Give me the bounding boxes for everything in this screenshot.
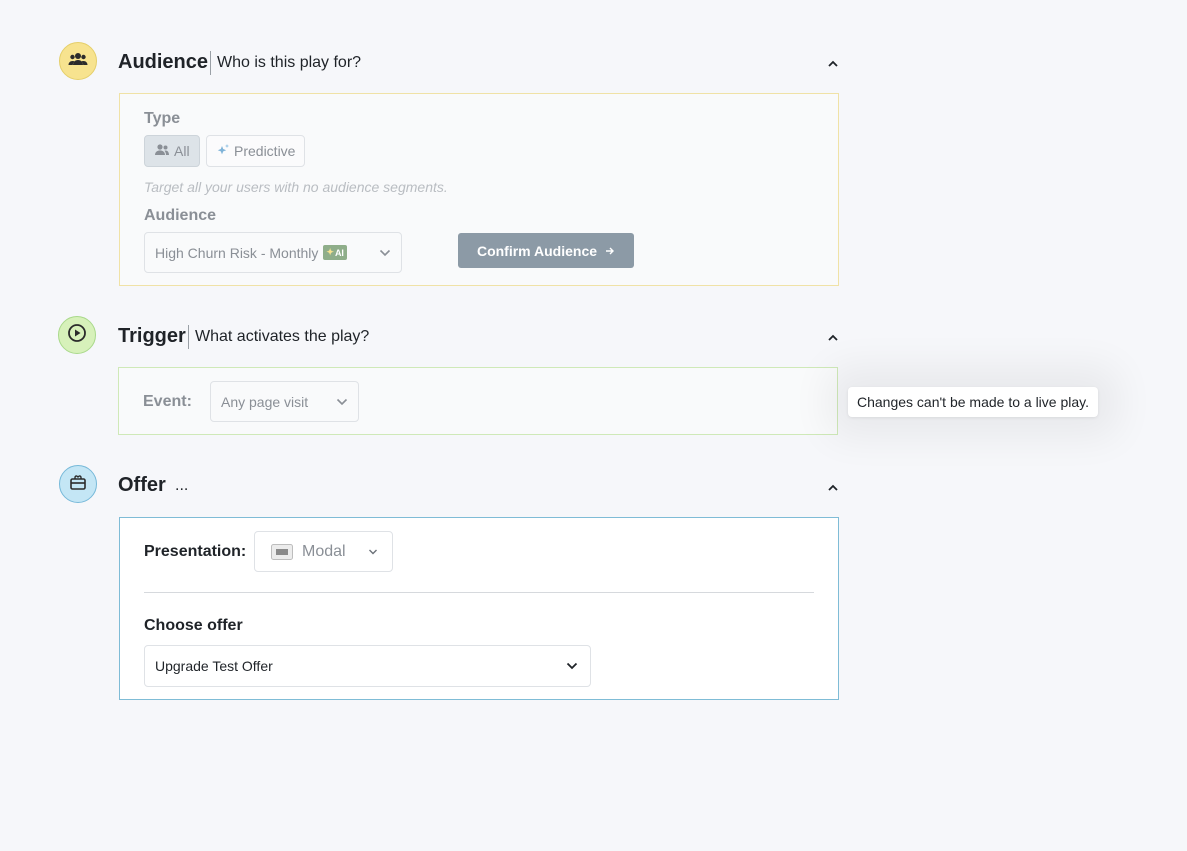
arrow-right-icon xyxy=(605,243,615,259)
audience-collapse-button[interactable] xyxy=(825,56,841,72)
offer-step-icon xyxy=(59,465,97,503)
audience-subtitle: Who is this play for? xyxy=(210,51,361,75)
confirm-audience-button[interactable]: Confirm Audience xyxy=(458,233,634,268)
chevron-down-icon xyxy=(566,662,578,670)
presentation-select-value: Modal xyxy=(302,542,346,560)
chevron-down-icon xyxy=(379,249,391,257)
chevron-up-icon xyxy=(827,329,839,347)
presentation-label: Presentation: xyxy=(144,543,247,560)
event-select-value: Any page visit xyxy=(221,393,309,410)
offer-select[interactable]: Upgrade Test Offer xyxy=(144,645,591,687)
choose-offer-label: Choose offer xyxy=(144,617,243,634)
trigger-collapse-button[interactable] xyxy=(825,330,841,346)
chevron-down-icon xyxy=(336,398,348,406)
audience-panel: Type All Predictive Target all your user… xyxy=(119,93,839,286)
type-label: Type xyxy=(144,110,181,127)
offer-title: Offer xyxy=(118,474,166,496)
chevron-up-icon xyxy=(827,479,839,497)
play-circle-icon xyxy=(67,323,87,348)
chevron-up-icon xyxy=(827,55,839,73)
type-option-predictive-label: Predictive xyxy=(234,143,296,159)
type-option-predictive[interactable]: Predictive xyxy=(206,135,306,167)
offer-panel: Presentation: Modal Choose offer Upgrade… xyxy=(119,517,839,700)
people-group-icon xyxy=(68,51,88,72)
ai-badge: ✦ AI xyxy=(323,245,347,260)
live-play-tooltip: Changes can't be made to a live play. xyxy=(848,387,1098,417)
offer-divider xyxy=(144,592,814,593)
type-option-all-label: All xyxy=(174,143,190,159)
audience-field-label: Audience xyxy=(144,207,217,224)
gift-box-icon xyxy=(69,474,87,495)
confirm-audience-label: Confirm Audience xyxy=(476,242,598,259)
type-option-all[interactable]: All xyxy=(144,135,200,167)
offer-select-value: Upgrade Test Offer xyxy=(155,658,273,674)
audience-title: Audience xyxy=(118,51,209,73)
event-select[interactable]: Any page visit xyxy=(210,381,359,422)
trigger-step-icon xyxy=(58,316,96,354)
trigger-title: Trigger xyxy=(118,325,186,347)
presentation-select[interactable]: Modal xyxy=(254,531,393,572)
offer-subtitle: ... xyxy=(175,477,189,494)
trigger-subtitle: What activates the play? xyxy=(188,325,369,349)
sparkle-icon xyxy=(216,143,230,160)
users-icon xyxy=(154,143,170,159)
audience-step-icon xyxy=(59,42,97,80)
event-label: Event: xyxy=(143,393,192,410)
chevron-down-icon xyxy=(368,548,378,555)
audience-type-hint: Target all your users with no audience s… xyxy=(144,179,448,195)
modal-icon xyxy=(271,543,293,560)
audience-select[interactable]: High Churn Risk - Monthly ✦ AI xyxy=(144,232,402,273)
ai-badge-label: AI xyxy=(334,247,344,258)
trigger-panel: Event: Any page visit xyxy=(118,367,838,435)
offer-collapse-button[interactable] xyxy=(825,480,841,496)
audience-select-value: High Churn Risk - Monthly xyxy=(155,244,319,261)
ai-sparkle-icon: ✦ xyxy=(326,247,334,257)
